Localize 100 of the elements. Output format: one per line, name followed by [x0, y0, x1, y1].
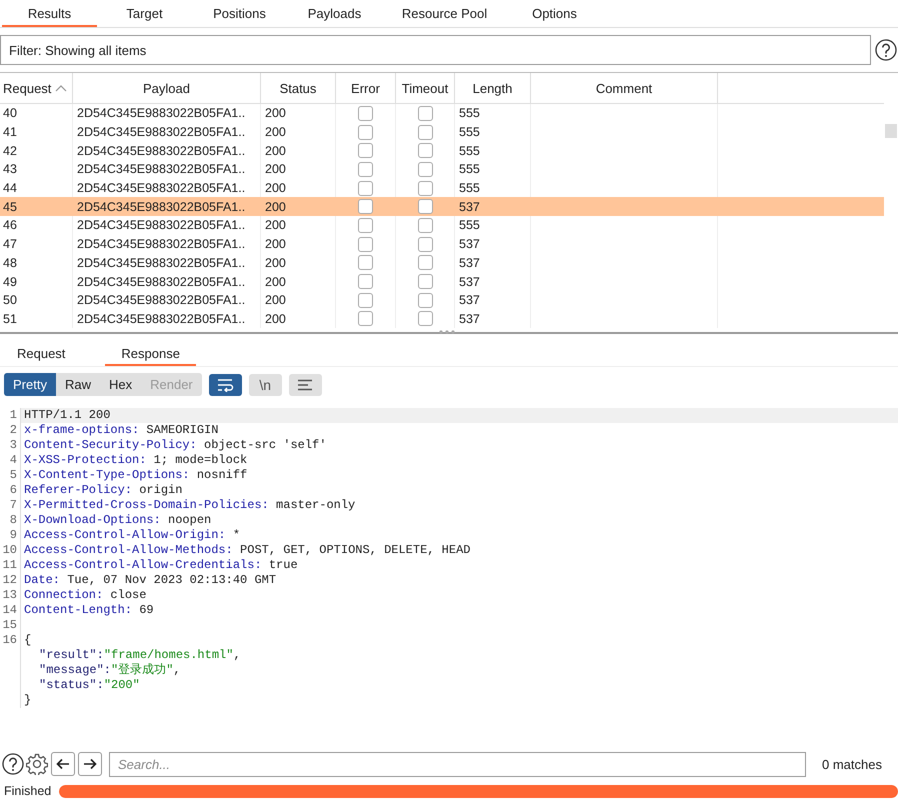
- checkbox[interactable]: [358, 199, 373, 214]
- code-text: {: [24, 633, 32, 647]
- tab[interactable]: Target: [97, 0, 192, 27]
- code-text: HTTP/1.1 200: [24, 408, 110, 422]
- table-cell: 537: [459, 312, 480, 326]
- table-row[interactable]: 47 2D54C345E9883022B05FA1.. 200 537: [0, 234, 884, 254]
- column-header[interactable]: Payload: [73, 73, 261, 103]
- code-text: "result":"frame/homes.html",: [38, 648, 241, 662]
- table-cell: 200: [265, 293, 286, 308]
- checkbox[interactable]: [418, 199, 432, 214]
- table-cell: 2D54C345E9883022B05FA1..: [77, 312, 246, 326]
- line-number: 4: [10, 453, 17, 467]
- table-cell: 2D54C345E9883022B05FA1..: [77, 237, 246, 252]
- help-icon[interactable]: [875, 38, 897, 60]
- tab[interactable]: Options: [507, 0, 602, 27]
- table-cell: 200: [265, 274, 286, 289]
- tab[interactable]: Positions: [192, 0, 287, 27]
- checkbox[interactable]: [418, 180, 432, 196]
- view-mode-button[interactable]: Raw: [56, 373, 100, 396]
- checkbox[interactable]: [358, 218, 373, 233]
- wrap-toggle-button[interactable]: [208, 374, 242, 396]
- table-cell: 200: [265, 218, 286, 232]
- line-number: 3: [10, 438, 17, 452]
- tab[interactable]: Request: [5, 337, 78, 366]
- checkbox[interactable]: [418, 143, 432, 158]
- previous-button[interactable]: [51, 752, 75, 776]
- tab[interactable]: Results: [2, 0, 97, 27]
- checkbox[interactable]: [418, 292, 432, 308]
- code-text: X-XSS-Protection: 1; mode=block: [24, 453, 248, 467]
- tab[interactable]: Response: [105, 337, 196, 366]
- checkbox[interactable]: [418, 218, 432, 233]
- checkbox[interactable]: [358, 311, 373, 326]
- code-text: X-Permitted-Cross-Domain-Policies: master-only: [24, 498, 356, 512]
- line-number: 9: [10, 528, 17, 542]
- table-cell: 537: [459, 293, 480, 308]
- newline-toggle-button[interactable]: \n: [248, 374, 282, 396]
- line-number: 6: [10, 483, 17, 497]
- code-text: X-Download-Options: noopen: [24, 513, 212, 527]
- table-row[interactable]: 43 2D54C345E9883022B05FA1.. 200 555: [0, 160, 884, 179]
- checkbox[interactable]: [358, 180, 373, 196]
- filter-bar[interactable]: Filter: Showing all items: [0, 34, 871, 64]
- table-cell: 48: [3, 256, 17, 270]
- checkbox[interactable]: [358, 292, 373, 308]
- settings-icon[interactable]: [26, 753, 48, 775]
- tab[interactable]: Payloads: [287, 0, 382, 27]
- table-cell: 2D54C345E9883022B05FA1..: [77, 181, 246, 196]
- search-field[interactable]: Search...: [109, 752, 806, 776]
- checkbox[interactable]: [358, 124, 373, 140]
- next-button[interactable]: [78, 752, 102, 776]
- table-row[interactable]: 49 2D54C345E9883022B05FA1.. 200 537: [0, 272, 884, 291]
- table-cell: 200: [265, 256, 286, 270]
- table-row[interactable]: 50 2D54C345E9883022B05FA1.. 200 537: [0, 290, 884, 310]
- checkbox[interactable]: [358, 274, 373, 290]
- checkbox[interactable]: [418, 124, 432, 140]
- checkbox[interactable]: [418, 162, 432, 177]
- scrollbar-thumb[interactable]: [885, 124, 897, 138]
- table-cell: 537: [459, 256, 480, 270]
- checkbox[interactable]: [358, 236, 373, 252]
- table-row[interactable]: 42 2D54C345E9883022B05FA1.. 200 555: [0, 141, 884, 160]
- checkbox[interactable]: [358, 162, 373, 177]
- view-mode-button[interactable]: Pretty: [4, 373, 56, 396]
- column-header[interactable]: Status: [261, 73, 336, 103]
- column-header[interactable]: Error: [336, 73, 396, 103]
- table-cell: 555: [459, 218, 480, 232]
- table-cell: 51: [3, 312, 17, 326]
- checkbox[interactable]: [358, 255, 373, 270]
- wrap-icon: [216, 378, 234, 392]
- column-header[interactable]: Request: [0, 73, 73, 103]
- table-cell: 47: [3, 237, 17, 252]
- checkbox[interactable]: [418, 311, 432, 326]
- menu-button[interactable]: [288, 374, 322, 396]
- line-number: 13: [2, 588, 17, 602]
- column-header[interactable]: Comment: [531, 73, 718, 103]
- table-row[interactable]: 45 2D54C345E9883022B05FA1.. 200 537: [0, 197, 884, 216]
- line-number: 12: [2, 573, 17, 587]
- help-icon[interactable]: [2, 753, 24, 775]
- checkbox[interactable]: [418, 255, 432, 270]
- checkbox[interactable]: [418, 274, 432, 290]
- table-row[interactable]: 46 2D54C345E9883022B05FA1.. 200 555: [0, 216, 884, 235]
- line-number: 1: [10, 408, 17, 422]
- table-cell: 200: [265, 237, 286, 252]
- checkbox[interactable]: [358, 106, 373, 121]
- table-cell: 42: [3, 144, 17, 158]
- table-row[interactable]: 51 2D54C345E9883022B05FA1.. 200 537: [0, 310, 884, 328]
- tab[interactable]: Resource Pool: [382, 0, 507, 27]
- code-text: Content-Length: 69: [24, 603, 154, 617]
- table-row[interactable]: 40 2D54C345E9883022B05FA1.. 200 555: [0, 104, 884, 123]
- table-cell: 555: [459, 106, 480, 120]
- line-number: 11: [2, 558, 17, 572]
- table-cell: 2D54C345E9883022B05FA1..: [77, 293, 246, 308]
- checkbox[interactable]: [418, 106, 432, 121]
- left-arrow-icon: [56, 758, 70, 770]
- checkbox[interactable]: [358, 143, 373, 158]
- checkbox[interactable]: [418, 236, 432, 252]
- view-mode-button[interactable]: Hex: [100, 373, 142, 396]
- table-row[interactable]: 41 2D54C345E9883022B05FA1.. 200 555: [0, 122, 884, 142]
- column-header[interactable]: Timeout: [396, 73, 455, 103]
- column-header[interactable]: Length: [455, 73, 531, 103]
- drag-handle-icon[interactable]: [439, 330, 455, 334]
- table-row[interactable]: 48 2D54C345E9883022B05FA1.. 200 537: [0, 254, 884, 272]
